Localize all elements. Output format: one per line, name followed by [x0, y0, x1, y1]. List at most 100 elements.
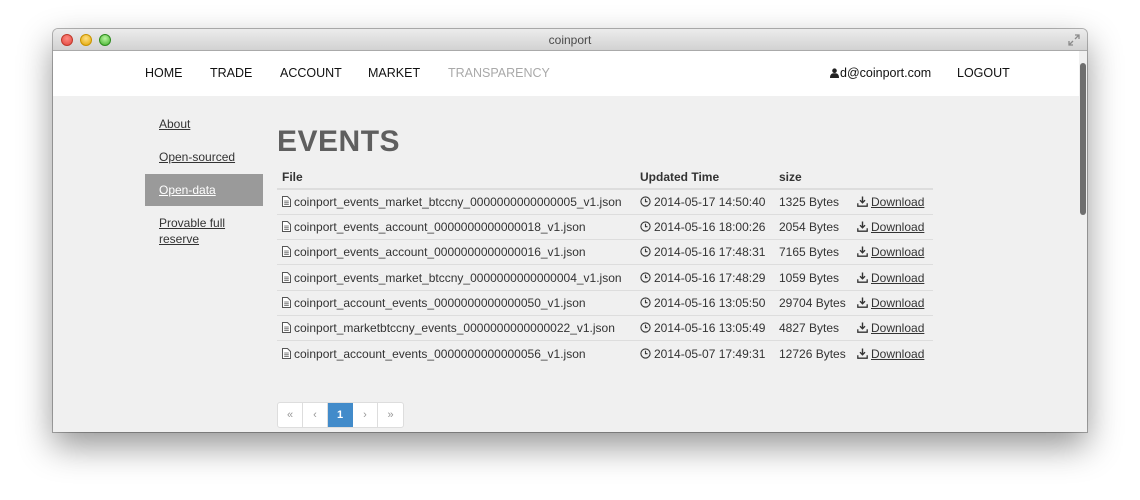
- size-cell: 4827 Bytes: [774, 314, 852, 341]
- download-link[interactable]: Download: [857, 321, 924, 335]
- download-link[interactable]: Download: [857, 195, 924, 209]
- clock-icon: [640, 271, 651, 283]
- download-link[interactable]: Download: [857, 296, 924, 310]
- table-row: coinport_account_events_0000000000000056…: [277, 340, 933, 367]
- nav-user-account[interactable]: d@coinport.com: [830, 66, 931, 80]
- download-cell: Download: [852, 289, 933, 316]
- download-icon: [857, 221, 868, 232]
- file-size: 7165 Bytes: [779, 245, 840, 260]
- size-cell: 7165 Bytes: [774, 239, 852, 265]
- download-link[interactable]: Download: [857, 220, 924, 234]
- time-cell: 2014-05-17 14:50:40: [635, 189, 774, 214]
- size-cell: 29704 Bytes: [774, 289, 852, 316]
- window-title: coinport: [548, 33, 592, 47]
- nav-logout[interactable]: LOGOUT: [957, 66, 1010, 80]
- file-cell: coinport_marketbtccny_events_00000000000…: [277, 314, 635, 341]
- column-header-action: [852, 166, 933, 190]
- file-size: 4827 Bytes: [779, 321, 840, 336]
- file-cell: coinport_events_account_0000000000000018…: [277, 213, 635, 240]
- download-cell: Download: [852, 239, 933, 265]
- download-label: Download: [871, 346, 925, 361]
- file-cell: coinport_account_events_0000000000000056…: [277, 340, 635, 367]
- fullscreen-icon[interactable]: [1067, 33, 1081, 47]
- title-bar: coinport: [53, 29, 1087, 51]
- nav-trade[interactable]: TRADE: [210, 66, 252, 80]
- download-label: Download: [871, 194, 925, 209]
- user-email: d@coinport.com: [840, 66, 932, 80]
- sidebar-item-provable-full-reserve[interactable]: Provable full reserve: [145, 207, 263, 255]
- updated-time: 2014-05-16 17:48:31: [654, 245, 766, 260]
- clock-icon: [640, 196, 651, 207]
- sidebar-item-open-data[interactable]: Open-data: [145, 174, 263, 206]
- file-name: coinport_events_market_btccny_0000000000…: [294, 194, 622, 209]
- pagination: « ‹ 1 › »: [277, 402, 404, 428]
- nav-account[interactable]: ACCOUNT: [280, 66, 342, 80]
- clock-icon: [640, 322, 651, 333]
- table-row: coinport_account_events_0000000000000050…: [277, 289, 933, 316]
- column-header-size: size: [774, 166, 852, 190]
- sidebar-item-open-sourced[interactable]: Open-sourced: [145, 141, 263, 173]
- pagination-prev[interactable]: ‹: [303, 403, 328, 427]
- pagination-first[interactable]: «: [278, 403, 303, 427]
- download-icon: [857, 297, 868, 308]
- file-icon: [282, 347, 291, 359]
- download-cell: Download: [852, 314, 933, 341]
- nav-home[interactable]: HOME: [145, 66, 183, 80]
- download-icon: [857, 246, 868, 258]
- file-icon: [282, 195, 291, 207]
- download-icon: [857, 196, 868, 207]
- time-cell: 2014-05-16 17:48:29: [635, 264, 774, 291]
- download-link[interactable]: Download: [857, 245, 924, 259]
- top-navbar: HOME TRADE ACCOUNT MARKET TRANSPARENCY d…: [53, 51, 1079, 96]
- download-link[interactable]: Download: [857, 347, 924, 361]
- file-size: 12726 Bytes: [779, 346, 846, 361]
- nav-market[interactable]: MARKET: [368, 66, 420, 80]
- clock-icon: [640, 246, 651, 257]
- file-cell: coinport_events_account_0000000000000016…: [277, 239, 635, 265]
- download-cell: Download: [852, 264, 933, 291]
- file-cell: coinport_account_events_0000000000000050…: [277, 289, 635, 316]
- download-icon: [857, 348, 868, 359]
- file-size: 1325 Bytes: [779, 194, 840, 209]
- sidebar: About Open-sourced Open-data Provable fu…: [145, 108, 263, 256]
- clock-icon: [640, 221, 651, 232]
- file-name: coinport_marketbtccny_events_00000000000…: [294, 321, 615, 336]
- file-name: coinport_events_account_0000000000000018…: [294, 219, 586, 234]
- updated-time: 2014-05-16 17:48:29: [654, 270, 766, 285]
- table-row: coinport_events_account_0000000000000016…: [277, 239, 933, 265]
- download-cell: Download: [852, 340, 933, 367]
- download-icon: [857, 322, 868, 333]
- time-cell: 2014-05-16 17:48:31: [635, 239, 774, 265]
- file-icon: [282, 246, 291, 258]
- download-label: Download: [871, 245, 925, 260]
- pagination-last[interactable]: »: [378, 403, 403, 427]
- browser-window: coinport HOME TRADE ACCOUNT MARKET TRANS…: [53, 29, 1087, 432]
- download-label: Download: [871, 270, 925, 285]
- file-name: coinport_account_events_0000000000000050…: [294, 295, 586, 310]
- scrollbar[interactable]: [1079, 51, 1087, 432]
- download-icon: [857, 272, 868, 283]
- download-link[interactable]: Download: [857, 271, 924, 285]
- download-label: Download: [871, 321, 925, 336]
- column-header-file: File: [277, 166, 635, 190]
- events-table: File Updated Time size coinport_events_m…: [277, 166, 933, 367]
- pagination-page-current[interactable]: 1: [328, 403, 353, 427]
- size-cell: 1325 Bytes: [774, 189, 852, 214]
- time-cell: 2014-05-16 13:05:50: [635, 289, 774, 316]
- size-cell: 12726 Bytes: [774, 340, 852, 367]
- time-cell: 2014-05-07 17:49:31: [635, 340, 774, 367]
- file-name: coinport_events_account_0000000000000016…: [294, 245, 586, 260]
- sidebar-item-about[interactable]: About: [145, 108, 263, 140]
- file-size: 2054 Bytes: [779, 219, 840, 234]
- clock-icon: [640, 297, 651, 308]
- file-icon: [282, 296, 291, 308]
- updated-time: 2014-05-16 13:05:50: [654, 295, 766, 310]
- table-row: coinport_marketbtccny_events_00000000000…: [277, 314, 933, 341]
- pagination-next[interactable]: ›: [353, 403, 378, 427]
- file-cell: coinport_events_market_btccny_0000000000…: [277, 189, 635, 214]
- updated-time: 2014-05-16 18:00:26: [654, 219, 766, 234]
- updated-time: 2014-05-16 13:05:49: [654, 321, 766, 336]
- file-size: 29704 Bytes: [779, 295, 846, 310]
- scrollbar-thumb[interactable]: [1080, 63, 1086, 215]
- nav-transparency[interactable]: TRANSPARENCY: [448, 66, 550, 80]
